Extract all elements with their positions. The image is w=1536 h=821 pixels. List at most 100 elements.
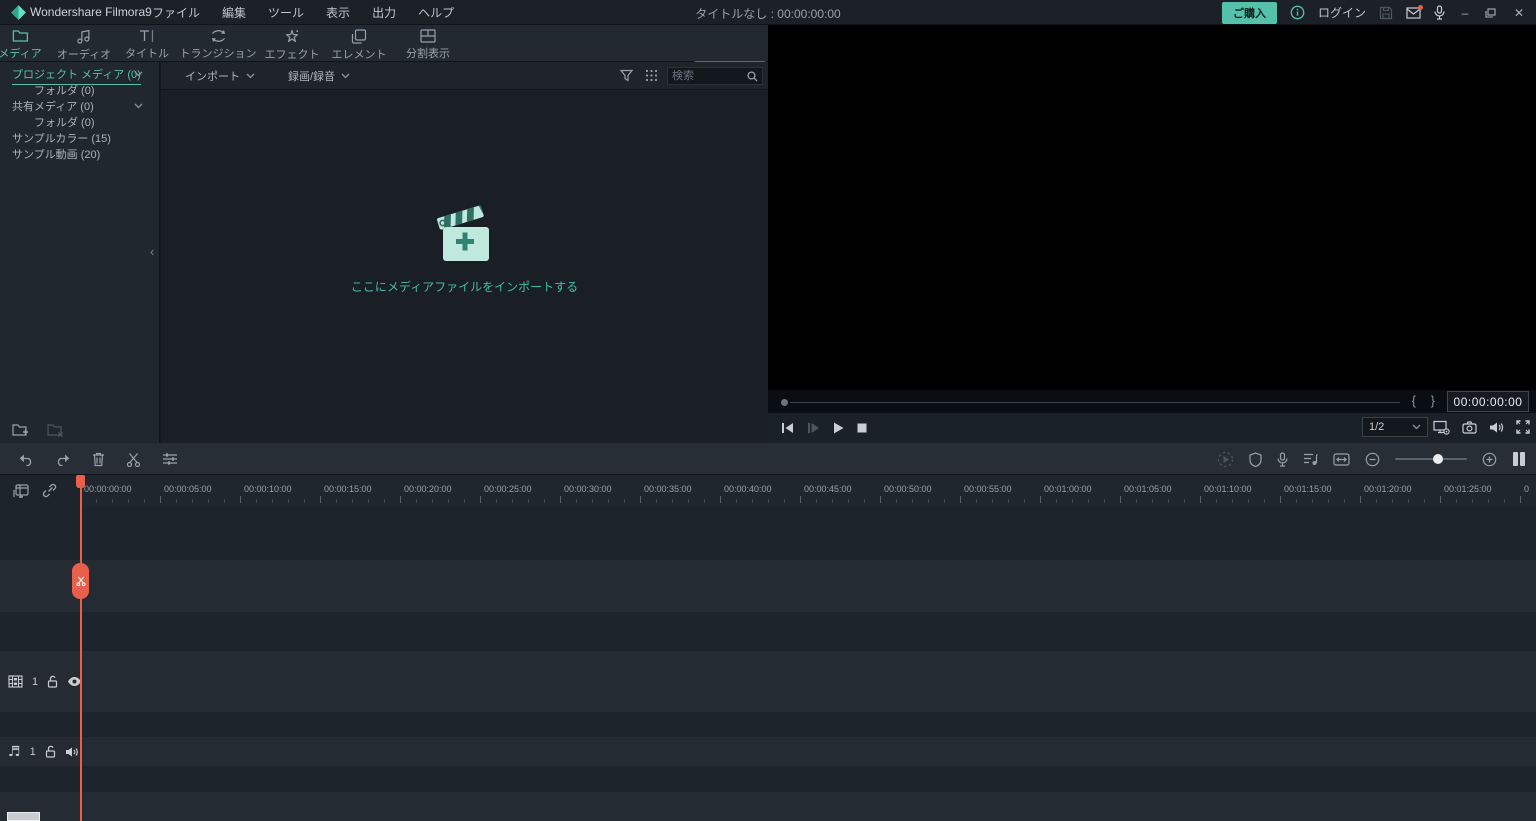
next-frame-button[interactable] xyxy=(807,422,820,434)
audio-track-mute-icon[interactable] xyxy=(65,746,79,758)
track-manager-icon[interactable] xyxy=(1512,451,1526,467)
mark-in-icon[interactable]: { xyxy=(1412,393,1416,408)
zoom-slider-handle[interactable] xyxy=(1433,454,1443,464)
ruler-tick xyxy=(384,499,385,503)
tab-label: 分割表示 xyxy=(406,45,450,61)
display-settings-icon[interactable] xyxy=(1433,420,1450,435)
sidebar-item-2[interactable]: 共有メディア (0) xyxy=(0,99,159,115)
view-grid-icon[interactable] xyxy=(645,69,658,82)
add-marker-icon[interactable] xyxy=(13,484,29,498)
sidebar-item-3[interactable]: フォルダ (0) xyxy=(0,115,159,131)
zoom-out-icon[interactable] xyxy=(1365,452,1380,467)
chevron-down-icon[interactable] xyxy=(134,71,143,77)
playhead-cap[interactable] xyxy=(76,475,85,488)
playback-quality-dropdown[interactable]: 1/2 xyxy=(1362,417,1428,437)
audio-track-lock-icon[interactable] xyxy=(45,745,56,758)
titlebar: Wondershare Filmora9 ファイル編集ツール表示出力ヘルプ タイ… xyxy=(0,0,1536,25)
advanced-edit-icon[interactable] xyxy=(162,452,178,466)
tab-title-text[interactable]: タイトル xyxy=(125,29,169,61)
stop-button[interactable] xyxy=(857,423,867,433)
minimize-button[interactable]: – xyxy=(1458,6,1472,20)
filter-icon[interactable] xyxy=(620,69,633,82)
audio-mixer-icon[interactable] xyxy=(1303,452,1318,466)
import-hint-text: ここにメディアファイルをインポートする xyxy=(351,278,578,295)
audio-track-1-lane[interactable] xyxy=(0,737,1536,766)
mark-out-icon[interactable]: } xyxy=(1431,393,1435,408)
tab-effects[interactable]: エフェクト xyxy=(265,29,320,62)
delete-folder-icon[interactable] xyxy=(47,423,64,437)
redo-icon[interactable] xyxy=(55,453,71,466)
timeline-drop-band[interactable] xyxy=(0,560,1536,612)
preview-scrubber-row: { } 00:00:00:00 xyxy=(768,390,1536,413)
ruler-tick xyxy=(1232,499,1233,503)
sidebar-item-4[interactable]: サンプルカラー (15) xyxy=(0,131,159,147)
media-import-dropzone[interactable]: ここにメディアファイルをインポートする xyxy=(161,202,768,295)
record-voiceover-icon[interactable] xyxy=(1277,452,1288,467)
timeline-panel: 00:00:00:0000:00:05:0000:00:10:0000:00:1… xyxy=(0,475,1536,821)
sidebar-item-5[interactable]: サンプル動画 (20) xyxy=(0,147,159,163)
link-clips-icon[interactable] xyxy=(42,483,57,498)
playhead-split-handle[interactable] xyxy=(72,563,89,599)
info-icon[interactable] xyxy=(1290,5,1305,20)
ruler-tick xyxy=(720,496,721,503)
filmora-window: Wondershare Filmora9 ファイル編集ツール表示出力ヘルプ タイ… xyxy=(0,0,1536,821)
timeline-empty-area[interactable] xyxy=(0,792,1536,821)
import-dropdown[interactable]: インポート xyxy=(185,68,255,84)
ruler-label: 00:01:20:00 xyxy=(1364,484,1412,494)
sidebar-item-1[interactable]: フォルダ (0) xyxy=(0,83,159,99)
tab-label: タイトル xyxy=(125,45,169,61)
tab-elements[interactable]: エレメント xyxy=(332,29,387,62)
voiceover-mic-icon[interactable] xyxy=(1434,5,1445,20)
scrubber-track[interactable] xyxy=(790,402,1400,403)
sidebar-item-0[interactable]: プロジェクト メディア (0) xyxy=(0,67,159,83)
feedback-mail-icon[interactable] xyxy=(1406,7,1421,19)
ruler-tick xyxy=(992,499,993,503)
ruler-label: 00:01:25:00 xyxy=(1444,484,1492,494)
delete-icon[interactable] xyxy=(92,452,105,467)
record-dropdown[interactable]: 録画/録音 xyxy=(288,68,350,84)
tab-media-folder[interactable]: メディア xyxy=(0,29,42,61)
maximize-button[interactable] xyxy=(1485,8,1499,18)
search-box[interactable] xyxy=(667,67,763,85)
tab-split-screen[interactable]: 分割表示 xyxy=(406,29,450,61)
tab-audio-note[interactable]: オーディオ xyxy=(57,29,111,62)
timeline-empty-area[interactable] xyxy=(0,612,1536,651)
timeline-empty-area[interactable] xyxy=(0,506,1536,560)
chevron-down-icon[interactable] xyxy=(134,103,143,109)
login-button[interactable]: ログイン xyxy=(1318,4,1366,21)
fullscreen-icon[interactable] xyxy=(1516,420,1530,434)
previous-frame-button[interactable] xyxy=(781,422,794,434)
zoom-in-icon[interactable] xyxy=(1482,452,1497,467)
close-button[interactable]: ✕ xyxy=(1512,6,1526,20)
search-input[interactable] xyxy=(668,70,747,82)
playhead-line[interactable] xyxy=(80,475,82,821)
purchase-button[interactable]: ご購入 xyxy=(1222,2,1277,24)
video-track-lock-icon[interactable] xyxy=(47,675,58,688)
import-label: インポート xyxy=(185,68,240,84)
ruler-tick xyxy=(704,499,705,503)
undo-icon[interactable] xyxy=(18,453,34,466)
video-track-1-lane[interactable] xyxy=(0,651,1536,712)
sidebar-collapse-handle[interactable]: ‹ xyxy=(150,244,154,259)
search-icon xyxy=(747,71,758,82)
timeline-ruler[interactable]: 00:00:00:0000:00:05:0000:00:10:0000:00:1… xyxy=(80,475,1536,506)
tab-transition[interactable]: トランジション xyxy=(180,29,257,61)
tab-label: オーディオ xyxy=(57,46,111,62)
timeline-empty-area[interactable] xyxy=(0,712,1536,737)
fit-timeline-icon[interactable] xyxy=(1333,453,1350,466)
snapshot-camera-icon[interactable] xyxy=(1462,421,1477,434)
split-scissors-icon[interactable] xyxy=(126,452,141,467)
video-viewport[interactable] xyxy=(768,25,1536,390)
volume-icon[interactable] xyxy=(1489,421,1504,434)
timeline-zoom-slider[interactable] xyxy=(1395,458,1467,460)
save-icon[interactable] xyxy=(1379,6,1393,20)
ruler-label: 00:00:25:00 xyxy=(484,484,532,494)
action-cam-shield-icon[interactable] xyxy=(1249,452,1262,467)
play-button[interactable] xyxy=(833,422,844,434)
ruler-tick xyxy=(528,499,529,503)
render-preview-icon[interactable] xyxy=(1217,451,1234,468)
timeline-empty-area[interactable] xyxy=(0,766,1536,792)
add-folder-icon[interactable] xyxy=(12,423,29,437)
scrubber-handle[interactable] xyxy=(781,399,788,406)
ruler-tick xyxy=(944,499,945,503)
